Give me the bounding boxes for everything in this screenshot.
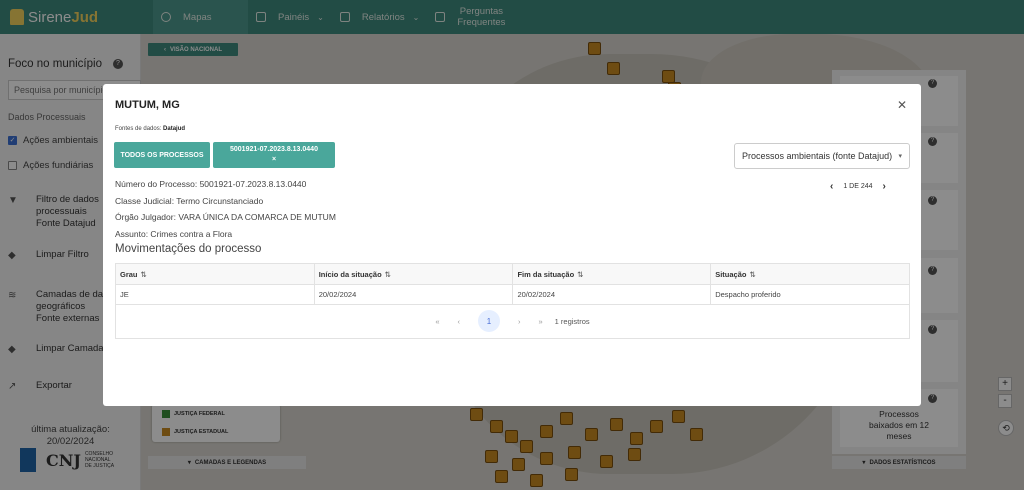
process-number: Número do Processo: 5001921-07.2023.8.13… [115, 179, 307, 189]
chevron-left-icon[interactable]: ‹ [830, 181, 833, 192]
subject: Assunto: Crimes contra a Flora [115, 229, 233, 239]
sort-icon: ⇅ [749, 269, 756, 279]
process-type-select[interactable]: Processos ambientais (fonte Datajud) ▾ [734, 143, 910, 169]
sort-icon: ⇅ [577, 269, 584, 279]
judicial-class: Classe Judicial: Termo Circunstanciado [115, 196, 264, 206]
process-modal: MUTUM, MG ✕ Fontes de dados: Datajud TOD… [103, 84, 921, 406]
process-pager: ‹ 1 DE 244 › [830, 181, 886, 192]
last-page-icon[interactable]: » [538, 317, 542, 326]
table-pagination: « ‹ 1 › » 1 registros [115, 304, 910, 339]
column-header-situacao[interactable]: Situação ⇅ [710, 263, 910, 285]
table-cell: JE [115, 284, 315, 305]
judging-body: Órgão Julgador: VARA ÚNICA DA COMARCA DE… [115, 212, 336, 222]
table-cell: 20/02/2024 [313, 284, 514, 305]
data-source: Fontes de dados: Datajud [115, 126, 186, 132]
close-icon[interactable]: × [272, 155, 276, 165]
table-row: JE 20/02/2024 20/02/2024 Despacho profer… [115, 284, 910, 305]
page-number-button[interactable]: 1 [477, 310, 500, 332]
next-page-icon[interactable]: › [518, 317, 521, 326]
column-header-grau[interactable]: Grau ⇅ [115, 263, 315, 285]
column-header-inicio[interactable]: Início da situação ⇅ [313, 263, 514, 285]
modal-title: MUTUM, MG [115, 99, 180, 111]
section-title: Movimentações do processo [115, 243, 262, 255]
chevron-right-icon[interactable]: › [883, 181, 886, 192]
all-processes-button[interactable]: TODOS OS PROCESSOS [114, 142, 210, 168]
pager-text: 1 DE 244 [843, 183, 873, 190]
first-page-icon[interactable]: « [435, 317, 439, 326]
sort-icon: ⇅ [384, 269, 391, 279]
prev-page-icon[interactable]: ‹ [457, 317, 460, 326]
records-count: 1 registros [554, 316, 590, 326]
sort-icon: ⇅ [140, 269, 147, 279]
table-cell: 20/02/2024 [512, 284, 712, 305]
process-tab-button[interactable]: 5001921-07.2023.8.13.0440 × [213, 142, 335, 168]
caret-down-icon: ▾ [898, 153, 902, 160]
movements-table: Grau ⇅ Início da situação ⇅ Fim da situaçã… [115, 263, 910, 305]
table-cell: Despacho proferido [710, 284, 910, 305]
close-icon[interactable]: ✕ [897, 98, 907, 112]
column-header-fim[interactable]: Fim da situação ⇅ [512, 263, 712, 285]
